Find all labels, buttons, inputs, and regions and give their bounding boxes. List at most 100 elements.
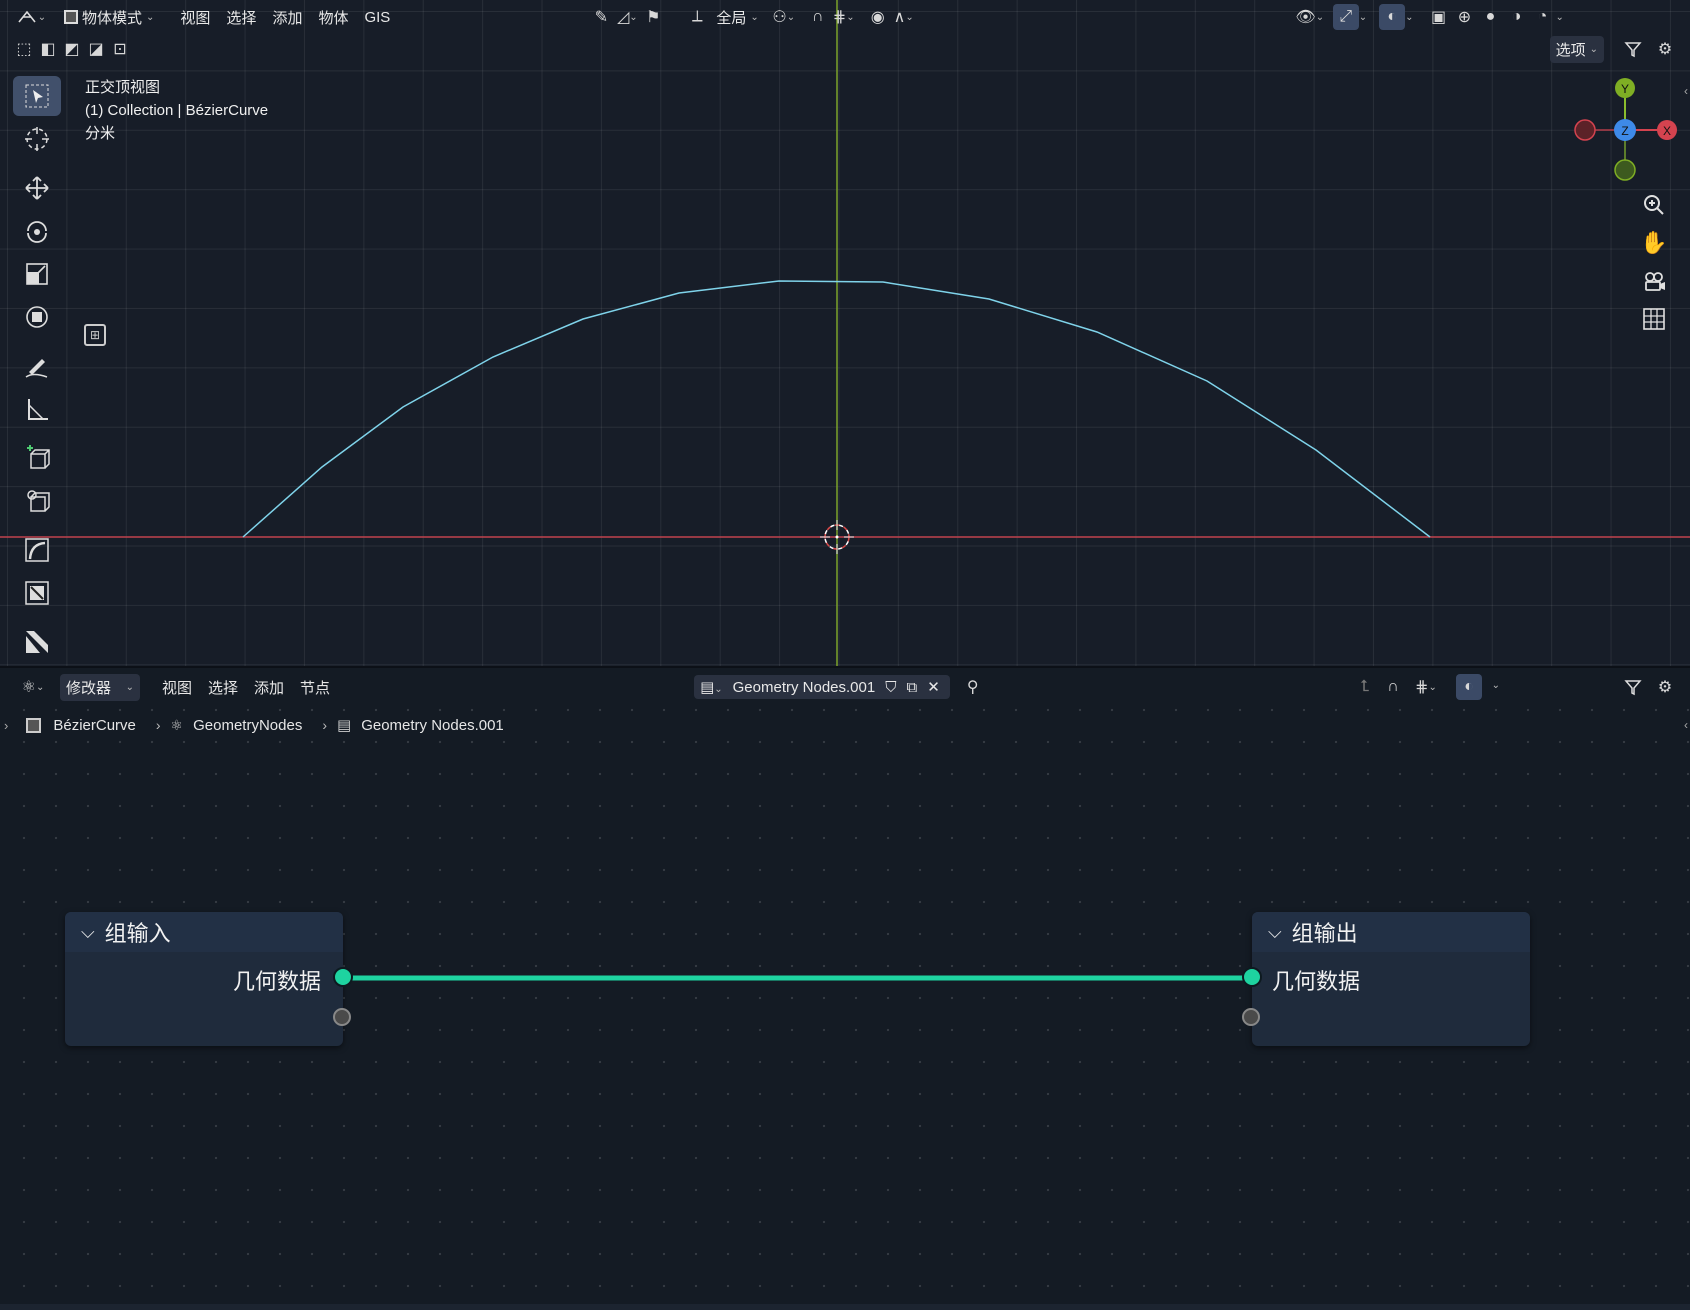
ne-menu-view[interactable]: 视图 [154,673,200,702]
rendered-shading-icon[interactable]: ◔ [1530,4,1556,30]
group-input-title: 组输入 [104,921,171,946]
viewport-info: 正交顶视图 (1) Collection | BézierCurve 分米 [85,76,268,145]
transform-pivot-icon[interactable]: ⟂ [684,4,710,30]
ne-snap-icon[interactable]: ∩ [1380,674,1406,700]
eyedropper-icon[interactable]: ✎ [588,4,614,30]
sidebar-collapse-arrow[interactable]: ‹ [1684,84,1688,98]
ne-menu-select[interactable]: 选择 [200,673,246,702]
duplicate-icon[interactable]: ⧉ [906,679,917,696]
curve-draw-tool[interactable] [13,530,61,570]
measure-tool[interactable] [13,389,61,429]
image-frame-icon [25,581,49,605]
mode-dropdown[interactable]: 物体模式 ⌄ [58,4,160,31]
unlink-x-icon[interactable]: ✕ [927,678,940,696]
orientation-dropdown[interactable]: 全局 ⌄ [710,4,764,31]
gizmo-toggle-icon[interactable]: ⤢ [1332,4,1359,30]
overlays-toggle-icon[interactable]: ◐ [1379,4,1406,30]
menu-add[interactable]: 添加 [264,3,310,32]
group-input-empty-socket[interactable] [333,1008,351,1026]
group-output-geometry-socket[interactable] [1242,967,1262,987]
snap-curve-icon[interactable]: ◿ ⌄ [614,4,640,30]
3d-viewport[interactable]: ⌄ 物体模式 ⌄ 视图 选择 添加 物体 GIS ✎ ◿ ⌄ ⚑ ⟂ 全局 ⌄ ⚇ ⌄… [0,0,1690,668]
ne-overlays-icon[interactable]: ◐ [1456,674,1482,700]
select-subtract-icon[interactable]: ◩ [60,36,84,62]
camera-icon[interactable] [1636,262,1672,300]
group-output-node[interactable]: ⌵ 组输出 几何数据 [1252,912,1530,1046]
group-output-header[interactable]: ⌵ 组输出 [1252,912,1530,952]
ne-gear-icon[interactable]: ⚙ [1652,674,1678,700]
pencil-icon [25,359,48,378]
gear-icon[interactable]: ⚙ [1652,36,1678,62]
ne-filter-icon[interactable] [1620,674,1646,700]
breadcrumb-node-group[interactable]: Geometry Nodes.001 [361,717,504,734]
node-editor-header: ⚛ ⌄ 修改器 ⌄ 视图 选择 添加 节点 ▤⌄ Geometry Nodes.00… [0,668,1690,706]
visibility-icon[interactable]: 👁 ⌄ [1295,4,1324,30]
edit-shape-tool[interactable] [13,481,61,521]
tool-shelf [13,76,63,665]
node-tree-icon: ▤⌄ [700,679,723,696]
editor-type-icon[interactable]: ⌄ [14,4,48,30]
breadcrumb-separator: › [155,717,161,733]
navigation-gizmo[interactable]: Y X Z [1570,75,1680,185]
falloff-icon[interactable]: ∧ ⌄ [891,4,917,30]
ne-menu-node[interactable]: 节点 [292,673,338,702]
zoom-icon[interactable] [1636,186,1672,224]
options-dropdown[interactable]: 选项 ⌄ [1549,36,1604,63]
breadcrumb-modifier[interactable]: GeometryNodes [193,717,302,734]
viewport-header: ⌄ 物体模式 ⌄ 视图 选择 添加 物体 GIS ✎ ◿ ⌄ ⚑ ⟂ 全局 ⌄ ⚇ ⌄… [0,0,1690,34]
snap-magnet-icon[interactable]: ∩ [805,4,831,30]
breadcrumb-object[interactable]: BézierCurve [53,717,136,734]
xray-toggle-icon[interactable]: ▣ [1426,4,1452,30]
menu-select[interactable]: 选择 [218,3,264,32]
parent-node-tree-icon[interactable]: ⮤ [1352,674,1378,700]
menu-view[interactable]: 视图 [172,3,218,32]
scale-tool[interactable] [13,254,61,294]
snap-increment-icon[interactable]: ⋕ ⌄ [831,4,857,30]
modifier-nodes-icon: ⚛ [170,716,184,733]
ruler-icon [28,399,48,420]
group-output-empty-socket[interactable] [1242,1008,1260,1026]
group-input-header[interactable]: ⌵ 组输入 [65,912,343,952]
node-group-selector[interactable]: ▤⌄ Geometry Nodes.001 ⛉ ⧉ ✕ [694,675,950,699]
collapse-chevron-icon[interactable]: ⌵ [81,922,95,943]
menu-gis[interactable]: GIS [356,5,398,30]
brush-icon[interactable]: ⚑ [640,4,666,30]
editor-type-dropdown[interactable]: 修改器 ⌄ [60,673,140,701]
select-set-icon[interactable]: ⬚ [12,36,36,62]
proportional-edit-icon[interactable]: ◉ [865,4,891,30]
select-box-tool[interactable] [13,76,61,116]
annotate-tool[interactable] [13,346,61,386]
select-extend-icon[interactable]: ◧ [36,36,60,62]
group-input-node[interactable]: ⌵ 组输入 几何数据 [65,912,343,1046]
material-shading-icon[interactable]: ◑ [1504,4,1530,30]
pan-hand-icon[interactable]: ✋ [1636,224,1672,262]
select-invert-icon[interactable]: ◪ [84,36,108,62]
select-intersect-icon[interactable]: ⊡ [108,36,132,62]
addon-tool[interactable] [13,622,61,662]
move-tool[interactable] [13,168,61,208]
node-editor-type-icon[interactable]: ⚛ ⌄ [16,674,50,700]
breadcrumb-expand-icon[interactable]: › [4,718,8,733]
rotate-tool[interactable] [13,211,61,251]
cursor-tool[interactable] [13,119,61,159]
measure-grid-icon[interactable]: ⊞ [84,324,106,346]
menu-object[interactable]: 物体 [310,3,356,32]
fake-user-shield-icon[interactable]: ⛉ [885,679,896,696]
solid-shading-icon[interactable]: ● [1478,4,1504,30]
add-cube-tool[interactable] [13,438,61,478]
ortho-grid-icon[interactable] [1636,300,1672,338]
pivot-point-icon[interactable]: ⚇ ⌄ [771,4,797,30]
move-arrows-icon [25,176,49,200]
ne-sidebar-arrow[interactable]: ‹ [1684,718,1688,732]
transform-tool[interactable] [13,297,61,337]
ne-snap-grid-icon[interactable]: ⋕ ⌄ [1408,674,1444,700]
group-input-geometry-socket[interactable] [333,967,353,987]
image-tool[interactable] [13,573,61,613]
filter-icon[interactable] [1620,36,1646,62]
ne-menu-add[interactable]: 添加 [246,673,292,702]
wireframe-shading-icon[interactable]: ⊕ [1452,4,1478,30]
group-input-socket-label: 几何数据 [232,969,321,994]
node-editor[interactable]: ⚛ ⌄ 修改器 ⌄ 视图 选择 添加 节点 ▤⌄ Geometry Nodes.00… [0,668,1690,1310]
pin-icon[interactable]: ⚲ [960,674,986,700]
collapse-chevron-icon[interactable]: ⌵ [1268,922,1282,943]
